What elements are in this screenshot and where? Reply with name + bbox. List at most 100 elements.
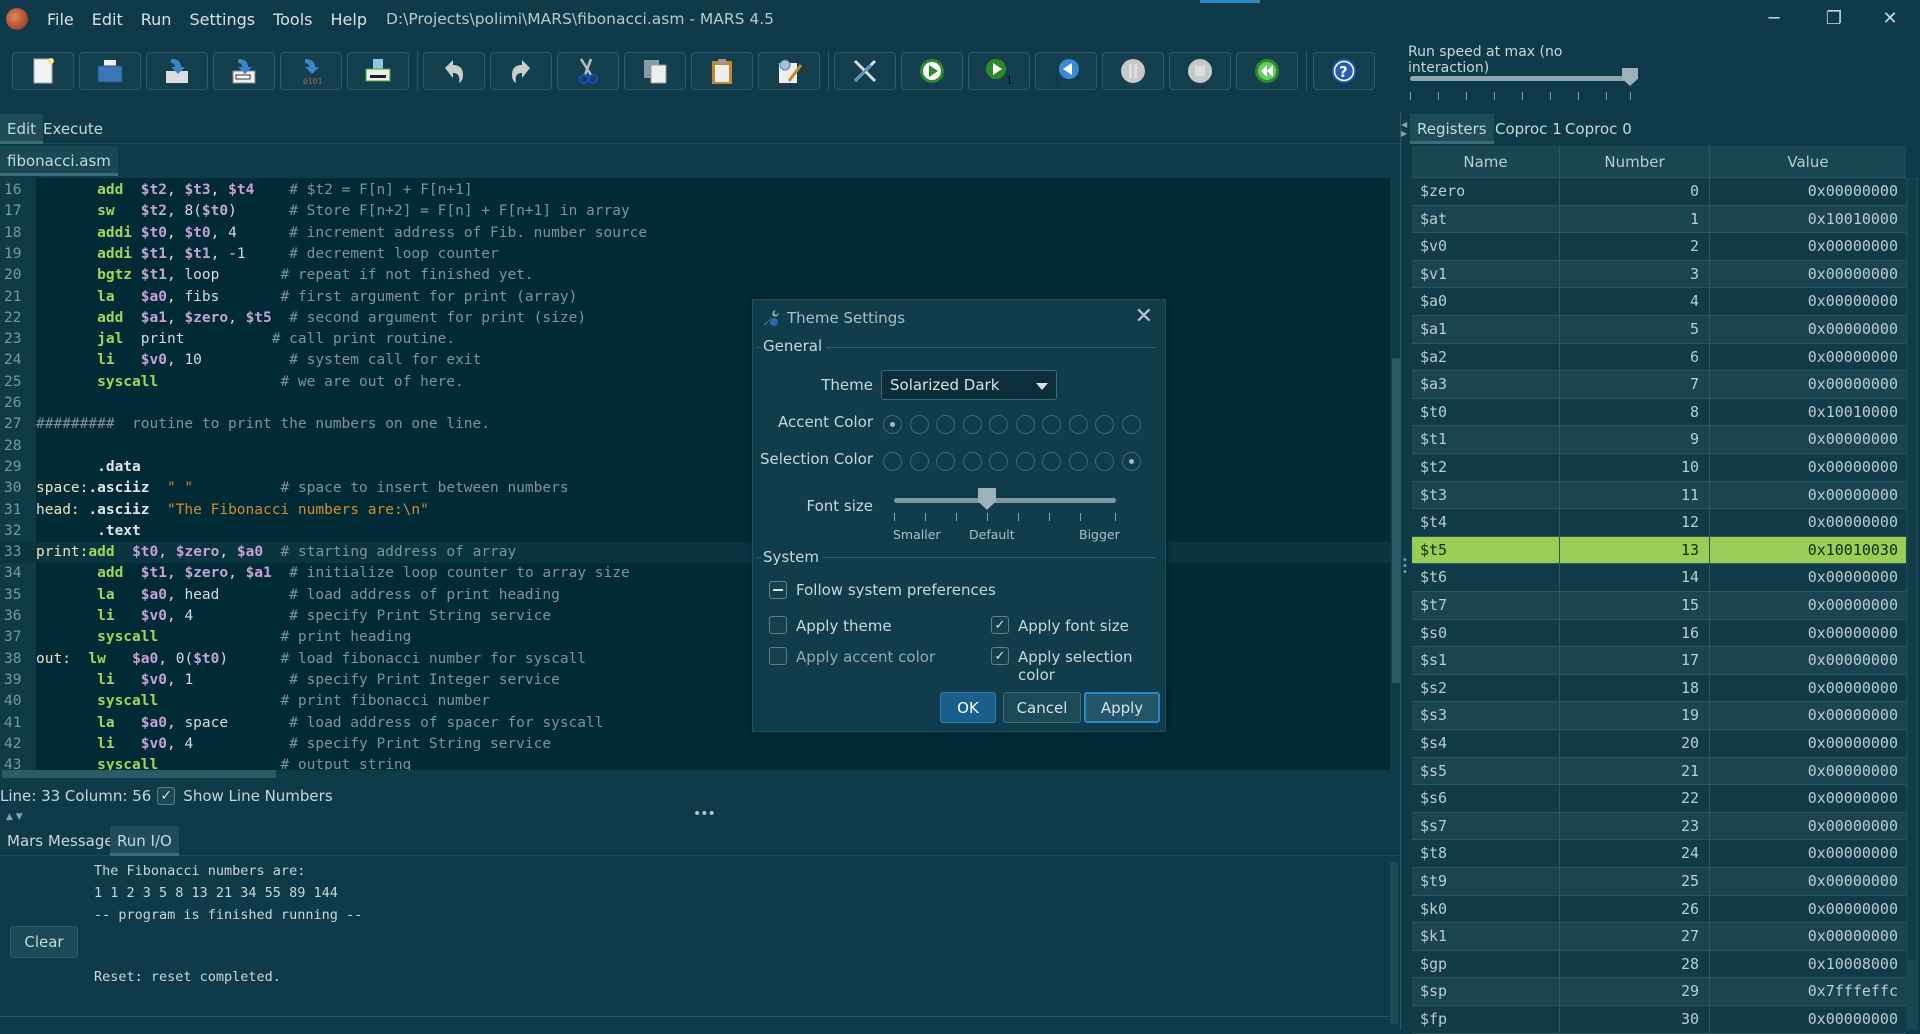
register-row[interactable]: $s5 21 0x00000000 — [1412, 757, 1906, 786]
run-speed-slider-thumb[interactable] — [1622, 68, 1638, 86]
register-row[interactable]: $k1 27 0x00000000 — [1412, 923, 1906, 951]
accent-color-radio[interactable] — [909, 415, 929, 434]
accent-color-radio[interactable] — [1042, 415, 1061, 434]
register-row[interactable]: $t4 12 0x00000000 — [1412, 509, 1906, 537]
minimize-button[interactable]: ─ — [1746, 0, 1802, 36]
ok-button[interactable]: OK — [940, 692, 996, 723]
editor-horizontal-scroll-thumb[interactable] — [2, 770, 276, 778]
code-line[interactable]: 38 out: lw $a0, 0($t0) # load fibonacci n… — [0, 649, 1390, 670]
accent-color-radio[interactable] — [989, 415, 1008, 434]
registers-scroll-thumb[interactable] — [1908, 180, 1916, 960]
code-line[interactable]: 31 head: .asciiz "The Fibonacci numbers a… — [0, 500, 1390, 521]
register-row[interactable]: $a1 5 0x00000000 — [1412, 316, 1906, 344]
register-row[interactable]: $s0 16 0x00000000 — [1412, 619, 1906, 648]
selection-color-radio[interactable] — [1095, 452, 1114, 471]
stop-button[interactable] — [1169, 52, 1231, 90]
accent-color-radio[interactable] — [936, 415, 955, 434]
register-row[interactable]: $zero 0 0x00000000 — [1412, 178, 1906, 206]
selection-color-radio[interactable] — [883, 452, 902, 471]
column-header-name[interactable]: Name — [1412, 146, 1560, 178]
code-line[interactable]: 23 jal print # call print routine. — [0, 329, 1390, 350]
menu-file[interactable]: File — [47, 10, 74, 29]
redo-button[interactable] — [490, 52, 552, 90]
undo-button[interactable] — [423, 52, 485, 90]
pause-button[interactable] — [1102, 52, 1164, 90]
open-button[interactable] — [79, 52, 141, 90]
code-line[interactable]: 26 — [0, 393, 1390, 414]
cancel-button[interactable]: Cancel — [1003, 692, 1081, 723]
menu-help[interactable]: Help — [331, 10, 367, 29]
tab-registers[interactable]: Registers — [1410, 114, 1494, 144]
apply-selection-checkbox[interactable]: ✓ — [991, 647, 1009, 665]
selection-color-radio[interactable] — [989, 452, 1008, 471]
maximize-button[interactable]: ❐ — [1806, 0, 1862, 36]
code-line[interactable]: 21 la $a0, fibs # first argument for pri… — [0, 287, 1390, 308]
code-line[interactable]: 19 addi $t1, $t1, -1 # decrement loop co… — [0, 244, 1390, 265]
code-line[interactable]: 22 add $a1, $zero, $t5 # second argument… — [0, 308, 1390, 329]
code-line[interactable]: 33 print:add $t0, $zero, $a0 # starting a… — [0, 542, 1390, 564]
backstep-button[interactable]: 1 — [1035, 52, 1097, 90]
register-row[interactable]: $at 1 0x10010000 — [1412, 205, 1906, 234]
code-line[interactable]: 27 ######### routine to print the numbers… — [0, 414, 1390, 435]
register-row[interactable]: $sp 29 0x7fffeffc — [1412, 978, 1906, 1006]
register-row[interactable]: $t9 25 0x00000000 — [1412, 868, 1906, 896]
register-row[interactable]: $s4 20 0x00000000 — [1412, 730, 1906, 758]
register-row[interactable]: $s6 22 0x00000000 — [1412, 785, 1906, 813]
code-editor[interactable]: 16 add $t2, $t3, $t4 # $t2 = F[n] + F[n+… — [0, 178, 1390, 770]
new-file-button[interactable] — [12, 52, 74, 90]
accent-color-radio[interactable] — [962, 415, 982, 434]
tab-coproc1[interactable]: Coproc 1 — [1488, 114, 1569, 144]
follow-system-checkbox[interactable] — [769, 581, 787, 599]
code-line[interactable]: 18 addi $t0, $t0, 4 # increment address … — [0, 223, 1390, 244]
code-line[interactable]: 41 la $a0, space # load address of space… — [0, 713, 1390, 734]
font-size-slider-thumb[interactable] — [978, 488, 996, 510]
accent-color-radio[interactable] — [1068, 415, 1088, 434]
editor-horizontal-scrollbar[interactable] — [0, 770, 1390, 780]
accent-color-radio[interactable] — [883, 415, 902, 434]
registers-vertical-scrollbar[interactable] — [1906, 178, 1918, 1030]
split-dots[interactable]: • • • — [1402, 556, 1408, 578]
code-line[interactable]: 16 add $t2, $t3, $t4 # $t2 = F[n] + F[n+… — [0, 180, 1390, 201]
register-row[interactable]: $v0 2 0x00000000 — [1412, 233, 1906, 261]
output-vertical-scrollbar[interactable] — [1388, 860, 1400, 1030]
apply-accent-checkbox[interactable] — [769, 647, 787, 665]
register-row[interactable]: $a0 4 0x00000000 — [1412, 288, 1906, 316]
collapse-arrows[interactable]: ◀ ▶ — [1401, 120, 1407, 138]
output-scroll-thumb[interactable] — [1390, 862, 1398, 1024]
register-row[interactable]: $t2 10 0x00000000 — [1412, 454, 1906, 482]
assemble-button[interactable] — [834, 52, 896, 90]
register-row[interactable]: $t6 14 0x00000000 — [1412, 564, 1906, 592]
tab-execute[interactable]: Execute — [36, 114, 110, 144]
accent-color-radio[interactable] — [1121, 415, 1141, 434]
code-line[interactable]: 34 add $t1, $zero, $a1 # initialize loop… — [0, 563, 1390, 584]
register-row[interactable]: $v1 3 0x00000000 — [1412, 260, 1906, 289]
run-button[interactable] — [901, 52, 963, 90]
paste-button[interactable] — [691, 52, 753, 90]
apply-theme-checkbox[interactable] — [769, 616, 787, 634]
register-row[interactable]: $a2 6 0x00000000 — [1412, 343, 1906, 372]
copy-button[interactable] — [624, 52, 686, 90]
font-size-slider-track[interactable] — [894, 498, 1116, 503]
clear-button[interactable]: Clear — [10, 926, 78, 958]
register-row[interactable]: $s7 23 0x00000000 — [1412, 812, 1906, 841]
dump-memory-button[interactable]: 0101 — [280, 52, 342, 90]
code-line[interactable]: 24 li $v0, 10 # system call for exit — [0, 350, 1390, 371]
register-row[interactable]: $k0 26 0x00000000 — [1412, 895, 1906, 924]
step-button[interactable]: 1 — [968, 52, 1030, 90]
menu-tools[interactable]: Tools — [273, 10, 312, 29]
save-button[interactable] — [146, 52, 208, 90]
help-button[interactable]: ? — [1313, 52, 1375, 90]
selection-color-radio[interactable] — [1015, 452, 1035, 471]
code-line[interactable]: 43 syscall # output string — [0, 755, 1390, 770]
code-line[interactable]: 42 li $v0, 4 # specify Print String serv… — [0, 734, 1390, 755]
register-row[interactable]: $t8 24 0x00000000 — [1412, 840, 1906, 868]
code-line[interactable]: 29 .data — [0, 457, 1390, 478]
selection-color-radio[interactable] — [1042, 452, 1061, 471]
dialog-close-button[interactable]: ✕ — [1135, 304, 1153, 329]
register-row[interactable]: $t0 8 0x10010000 — [1412, 398, 1906, 427]
save-as-button[interactable] — [213, 52, 275, 90]
accent-color-radio[interactable] — [1095, 415, 1114, 434]
selection-color-radio[interactable] — [1068, 452, 1088, 471]
run-speed-slider-track[interactable] — [1410, 76, 1630, 81]
code-line[interactable]: 20 bgtz $t1, loop # repeat if not finish… — [0, 265, 1390, 286]
